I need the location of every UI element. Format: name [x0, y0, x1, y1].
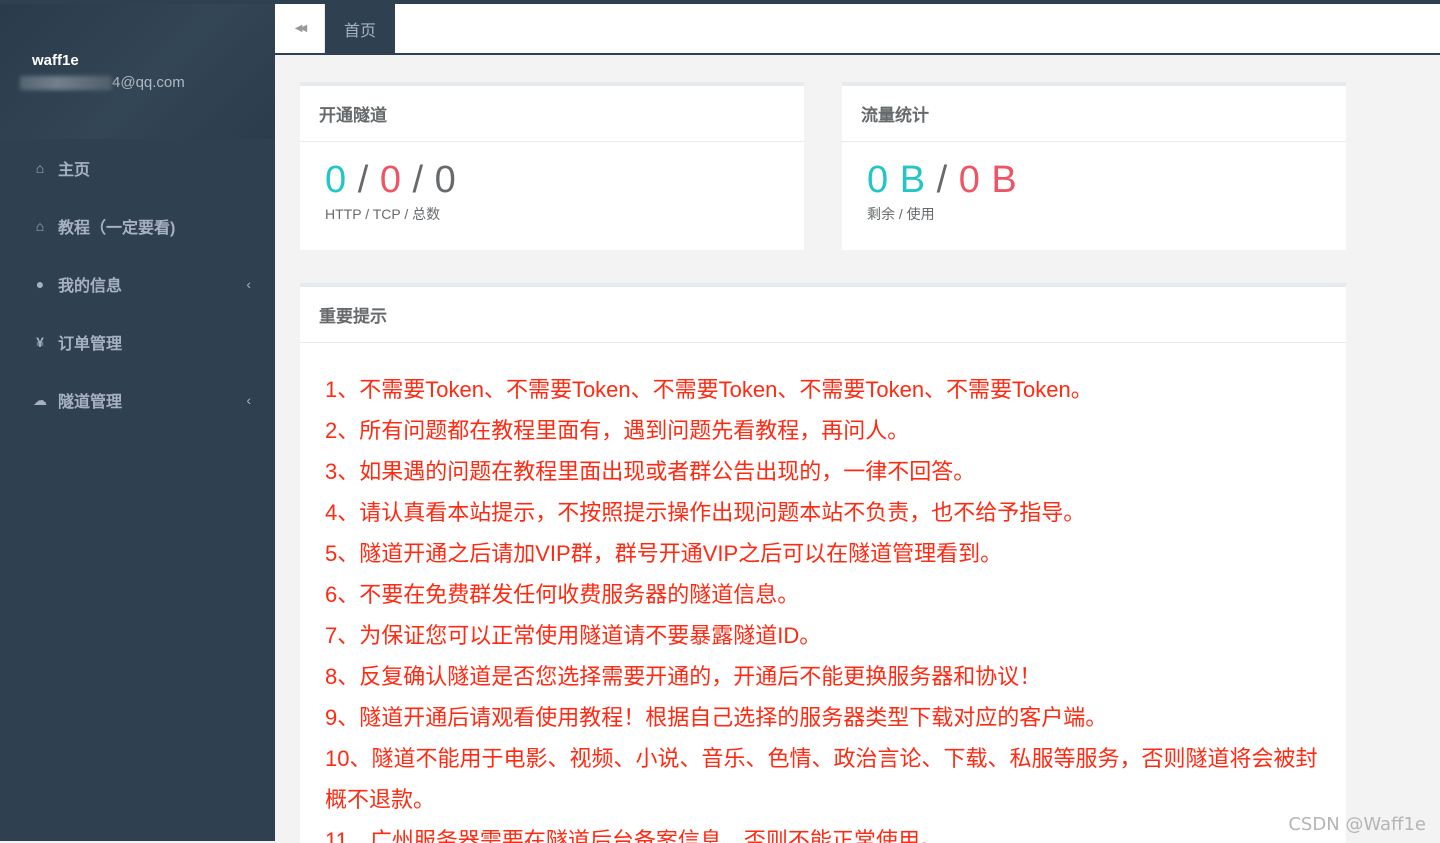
yen-icon: ¥ [32, 334, 48, 350]
card-title: 重要提示 [300, 287, 1346, 343]
chevron-left-icon: ‹ [246, 276, 251, 292]
sidebar-item-label: 我的信息 [58, 272, 122, 296]
traffic-values: 0 B / 0 B [867, 159, 1346, 201]
notice-item: 9、隧道开通后请观看使用教程！根据自己选择的服务器类型下载对应的客户端。 [325, 697, 1321, 738]
home-icon: ⌂ [32, 218, 48, 234]
tab-bar: ◀◀ 首页 [275, 4, 1440, 55]
tunnel-count-values: 0 / 0 / 0 [325, 159, 804, 201]
cloud-icon: ☁ [32, 392, 48, 409]
user-email: 4@qq.com [32, 74, 275, 91]
notice-item: 7、为保证您可以正常使用隧道请不要暴露隧道ID。 [325, 615, 1321, 656]
notice-item: 10、隧道不能用于电影、视频、小说、音乐、色情、政治言论、下载、私服等服务，否则… [325, 738, 1321, 820]
chevron-left-icon: ‹ [246, 392, 251, 408]
tab-scroll-left-button[interactable]: ◀◀ [275, 4, 325, 53]
sidebar-nav: ⌂ 主页 ⌂ 教程（一定要看) ● 我的信息 ‹ ¥ 订单管理 ☁ 隧道管理 ‹ [0, 139, 275, 429]
traffic-card: 流量统计 0 B / 0 B 剩余 / 使用 [842, 82, 1346, 250]
user-icon: ● [32, 276, 48, 292]
watermark: CSDN @Waff1e [1288, 814, 1426, 835]
notice-item: 4、请认真看本站提示，不按照提示操作出现问题本站不负责，也不给予指导。 [325, 492, 1321, 533]
redacted-email-mask [20, 76, 112, 90]
double-chevron-left-icon: ◀◀ [295, 23, 304, 34]
sidebar-item-label: 主页 [58, 156, 90, 180]
sidebar-item-tunnels[interactable]: ☁ 隧道管理 ‹ [0, 371, 275, 429]
total-count: 0 [435, 159, 457, 201]
main-area: ◀◀ 首页 开通隧道 0 / 0 / 0 HTTP / TCP / 总数 流量统… [275, 4, 1440, 841]
sidebar-item-home[interactable]: ⌂ 主页 [0, 139, 275, 197]
notice-item: 1、不需要Token、不需要Token、不需要Token、不需要Token、不需… [325, 369, 1321, 410]
sidebar-item-label: 教程（一定要看) [58, 214, 175, 238]
user-email-text: 4@qq.com [112, 74, 185, 91]
notice-item: 5、隧道开通之后请加VIP群，群号开通VIP之后可以在隧道管理看到。 [325, 533, 1321, 574]
sidebar-item-label: 隧道管理 [58, 388, 122, 412]
notice-item: 6、不要在免费群发任何收费服务器的隧道信息。 [325, 574, 1321, 615]
tunnel-count-card: 开通隧道 0 / 0 / 0 HTTP / TCP / 总数 [300, 82, 804, 250]
sidebar-item-orders[interactable]: ¥ 订单管理 [0, 313, 275, 371]
dashboard-content: 开通隧道 0 / 0 / 0 HTTP / TCP / 总数 流量统计 0 B … [275, 57, 1440, 841]
sidebar-item-my-info[interactable]: ● 我的信息 ‹ [0, 255, 275, 313]
traffic-caption: 剩余 / 使用 [867, 204, 1346, 224]
notice-item: 3、如果遇的问题在教程里面出现或者群公告出现的，一律不回答。 [325, 451, 1321, 492]
traffic-remaining: 0 B [867, 159, 926, 201]
notice-item: 8、反复确认隧道是否您选择需要开通的，开通后不能更换服务器和协议！ [325, 656, 1321, 697]
sidebar-item-tutorial[interactable]: ⌂ 教程（一定要看) [0, 197, 275, 255]
user-profile: waff1e 4@qq.com [0, 4, 275, 139]
notice-item: 11、广州服务器需要在隧道后台备案信息，否则不能正常使用。 [325, 820, 1321, 843]
notice-card: 重要提示 1、不需要Token、不需要Token、不需要Token、不需要Tok… [300, 283, 1346, 843]
http-count: 0 [325, 159, 347, 201]
sidebar: waff1e 4@qq.com ⌂ 主页 ⌂ 教程（一定要看) ● 我的信息 ‹… [0, 4, 275, 841]
home-icon: ⌂ [32, 160, 48, 176]
username[interactable]: waff1e [32, 52, 275, 69]
tab-home[interactable]: 首页 [325, 4, 395, 53]
notice-item: 2、所有问题都在教程里面有，遇到问题先看教程，再问人。 [325, 410, 1321, 451]
traffic-used: 0 B [959, 159, 1018, 201]
tunnel-count-caption: HTTP / TCP / 总数 [325, 204, 804, 224]
sidebar-item-label: 订单管理 [58, 330, 122, 354]
notice-list: 1、不需要Token、不需要Token、不需要Token、不需要Token、不需… [300, 343, 1346, 843]
tcp-count: 0 [380, 159, 402, 201]
card-title: 开通隧道 [300, 86, 804, 142]
card-title: 流量统计 [842, 86, 1346, 142]
